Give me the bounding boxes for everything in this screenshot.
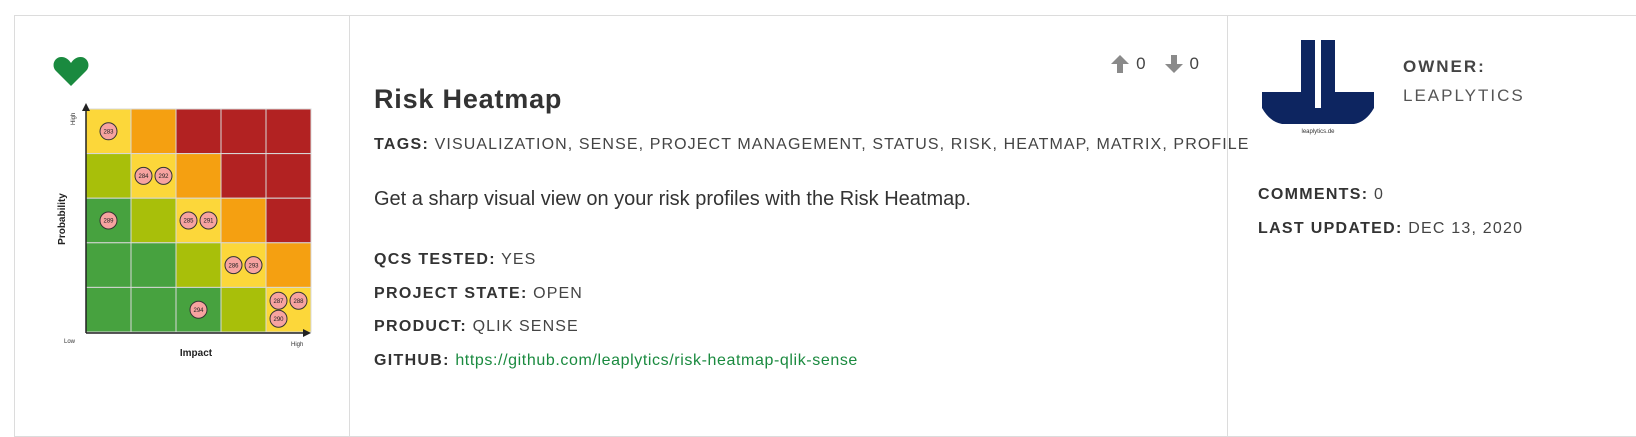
x-axis-low-label: Low [64, 339, 76, 345]
risk-heatmap-thumbnail: 283 284 292 289 285 291 286 293 294 287 288 290 Low… [57, 103, 312, 359]
risk-marker: 293 [244, 256, 263, 275]
heatmap-cell [175, 242, 222, 288]
heatmap-cell [85, 242, 132, 288]
heatmap-cell [265, 153, 312, 199]
risk-marker-label: 291 [203, 219, 214, 225]
downvote-count: 0 [1189, 54, 1199, 73]
heatmap-cell [220, 197, 267, 244]
extension-card: 283 284 292 289 285 291 286 293 294 287 288 290 Low… [14, 15, 1636, 437]
risk-marker-label: 290 [273, 317, 284, 323]
last-updated-value: DEC 13, 2020 [1408, 220, 1524, 237]
vote-controls: 0 0 [1110, 54, 1199, 74]
heatmap-cell [130, 108, 177, 155]
details-column: 0 0 Risk Heatmap TAGS: VISUALIZATION, SE… [350, 16, 1248, 436]
comments-row: COMMENTS: 0 [1258, 186, 1384, 204]
heatmap-cell [85, 153, 132, 199]
project-state-row: PROJECT STATE: OPEN [374, 285, 583, 303]
heatmap-cell [220, 286, 267, 333]
owner-label: OWNER: [1403, 57, 1486, 76]
risk-marker: 286 [224, 256, 243, 275]
risk-marker: 288 [289, 291, 308, 310]
owner-name[interactable]: LEAPLYTICS [1403, 86, 1525, 106]
risk-marker: 287 [269, 291, 288, 310]
heatmap-cell [85, 286, 132, 333]
risk-marker-label: 285 [183, 219, 194, 225]
description: Get a sharp visual view on your risk pro… [374, 188, 971, 210]
heatmap-cell [175, 108, 222, 155]
heatmap-cell [265, 242, 312, 288]
x-axis-high-label: High [291, 342, 303, 348]
qcs-tested-value: YES [501, 251, 537, 268]
tags-list: VISUALIZATION, SENSE, PROJECT MANAGEMENT… [434, 136, 1250, 153]
comments-value: 0 [1374, 186, 1385, 203]
risk-marker: 283 [99, 122, 118, 141]
risk-marker-label: 294 [193, 308, 204, 314]
heatmap-cell [220, 108, 267, 155]
upvote-count: 0 [1136, 54, 1146, 73]
x-axis-title: Impact [180, 348, 213, 359]
risk-marker: 292 [154, 166, 173, 185]
heatmap-cell [265, 108, 312, 155]
heatmap-cell [220, 153, 267, 199]
heatmap-cell [175, 153, 222, 199]
qcs-tested-row: QCS TESTED: YES [374, 251, 536, 269]
risk-marker-label: 286 [228, 263, 239, 269]
y-axis-title: Probability [57, 193, 68, 245]
tags-row: TAGS: VISUALIZATION, SENSE, PROJECT MANA… [374, 136, 1250, 154]
risk-marker-label: 292 [158, 174, 169, 180]
risk-marker: 294 [189, 300, 208, 319]
risk-marker-label: 289 [103, 219, 114, 225]
last-updated-label: LAST UPDATED: [1258, 220, 1403, 237]
qcs-tested-label: QCS TESTED: [374, 251, 496, 268]
y-axis-high-label: High [71, 113, 77, 125]
project-state-value: OPEN [533, 285, 583, 302]
project-state-label: PROJECT STATE: [374, 285, 528, 302]
thumbnail-column: 283 284 292 289 285 291 286 293 294 287 288 290 Low… [15, 16, 350, 436]
heatmap-cell [265, 197, 312, 244]
heatmap-cell [130, 197, 177, 244]
risk-marker: 284 [134, 166, 153, 185]
heatmap-cell [130, 286, 177, 333]
comments-label: COMMENTS: [1258, 186, 1369, 203]
product-row: PRODUCT: QLIK SENSE [374, 318, 579, 336]
tags-label: TAGS: [374, 136, 430, 153]
risk-marker-label: 293 [248, 263, 259, 269]
github-row: GITHUB: https://github.com/leaplytics/ri… [374, 352, 858, 370]
arrow-down-icon [1164, 55, 1183, 73]
leaplytics-logo[interactable]: leaplytics.de [1258, 36, 1378, 136]
risk-marker: 290 [269, 309, 288, 328]
y-axis-arrow [82, 103, 90, 111]
risk-marker-label: 283 [103, 130, 114, 136]
product-label: PRODUCT: [374, 318, 468, 335]
arrow-up-icon [1111, 55, 1130, 73]
risk-marker-label: 288 [293, 299, 304, 305]
extension-title[interactable]: Risk Heatmap [374, 84, 562, 115]
last-updated-row: LAST UPDATED: DEC 13, 2020 [1258, 220, 1523, 238]
risk-marker: 285 [179, 211, 198, 230]
heatmap-cell [130, 242, 177, 288]
risk-marker-label: 284 [138, 174, 149, 180]
product-value: QLIK SENSE [472, 318, 579, 335]
github-link[interactable]: https://github.com/leaplytics/risk-heatm… [455, 352, 858, 369]
risk-marker: 289 [99, 211, 118, 230]
logo-caption: leaplytics.de [1301, 129, 1335, 135]
owner-column: leaplytics.de OWNER: LEAPLYTICS COMMENTS… [1228, 16, 1636, 436]
upvote-button[interactable]: 0 [1110, 54, 1146, 74]
github-label: GITHUB: [374, 352, 450, 369]
risk-marker: 291 [199, 211, 218, 230]
downvote-button[interactable]: 0 [1164, 54, 1199, 74]
heart-icon[interactable] [53, 55, 89, 87]
risk-marker-label: 287 [273, 299, 284, 305]
